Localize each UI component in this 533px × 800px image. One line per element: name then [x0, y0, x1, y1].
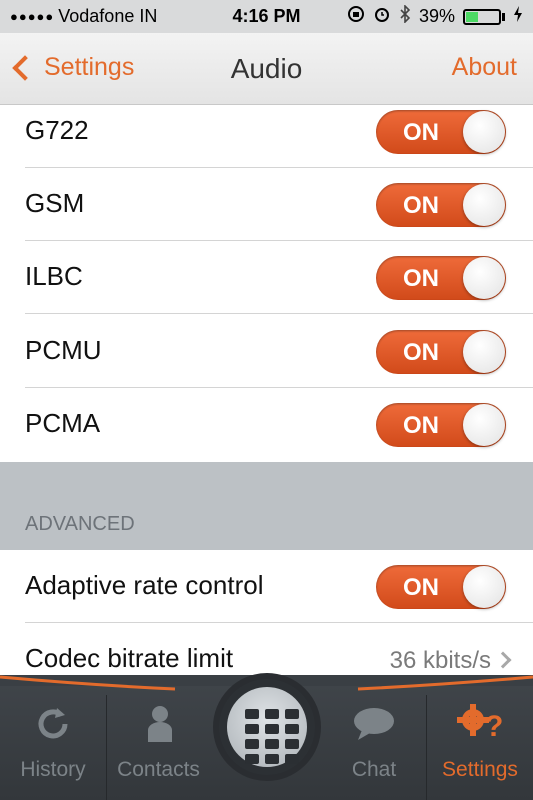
setting-label: Adaptive rate control: [25, 570, 264, 600]
toggle-state: ON: [403, 339, 439, 366]
codec-label: PCMA: [25, 408, 101, 438]
codec-label: PCMU: [25, 335, 102, 365]
toggle-state: ON: [403, 412, 439, 439]
chevron-right-icon: [494, 651, 512, 669]
svg-text:?: ?: [485, 710, 503, 743]
pcmu-toggle[interactable]: ON: [376, 330, 506, 374]
keypad-grid-icon: [245, 709, 299, 764]
bluetooth-icon: [399, 4, 411, 28]
codec-label: GSM: [25, 188, 85, 218]
ilbc-toggle[interactable]: ON: [376, 256, 506, 300]
codec-row-pcmu: PCMU ON: [0, 315, 533, 388]
tab-label: History: [20, 758, 86, 781]
toggle-state: ON: [403, 192, 439, 219]
toggle-knob: [463, 111, 505, 153]
codec-row-gsm: GSM ON: [0, 168, 533, 241]
about-button[interactable]: About: [452, 53, 517, 82]
codec-row-pcma: PCMA ON: [0, 388, 533, 461]
toggle-knob: [463, 331, 505, 373]
tab-contacts[interactable]: Contacts: [107, 686, 210, 800]
codec-row-ilbc: ILBC ON: [0, 241, 533, 314]
battery-percent: 39%: [418, 6, 455, 26]
dialpad-button[interactable]: [213, 673, 321, 781]
tab-settings[interactable]: ? Settings: [427, 686, 533, 800]
tab-label: Chat: [351, 758, 397, 781]
codec-row-g722: G722 ON: [0, 105, 533, 168]
battery-level: [466, 11, 479, 22]
tab-bar: History Contacts Chat ? Settings: [0, 673, 533, 800]
gsm-toggle[interactable]: ON: [376, 183, 506, 227]
settings-icon: ?: [455, 702, 507, 750]
codec-label: G722: [25, 115, 89, 145]
toggle-state: ON: [403, 265, 439, 292]
pcma-toggle[interactable]: ON: [376, 403, 506, 447]
status-icons: 39%: [347, 4, 523, 28]
tab-history[interactable]: History: [0, 686, 106, 800]
g722-toggle[interactable]: ON: [376, 110, 506, 154]
toggle-state: ON: [403, 119, 439, 146]
tab-label: Settings: [442, 758, 518, 781]
toggle-knob: [463, 184, 505, 226]
contacts-icon: [145, 704, 175, 750]
toggle-knob: [463, 404, 505, 446]
codec-label: ILBC: [25, 261, 83, 291]
history-icon: [33, 704, 73, 750]
battery-icon: [463, 8, 501, 25]
adaptive-rate-row: Adaptive rate control ON: [0, 550, 533, 623]
bitrate-value: 36 kbits/s: [389, 647, 491, 674]
row-divider: [25, 313, 533, 314]
adaptive-rate-toggle[interactable]: ON: [376, 565, 506, 609]
status-bar: ●●●●● Vodafone IN 4:16 PM 39%: [0, 0, 533, 33]
rotation-lock-icon: [347, 5, 365, 28]
setting-label: Codec bitrate limit: [25, 643, 234, 673]
alarm-icon: [373, 5, 391, 28]
charging-icon: [513, 5, 523, 28]
section-title: ADVANCED: [25, 513, 135, 535]
toggle-knob: [463, 257, 505, 299]
settings-list[interactable]: G722 ON GSM ON ILBC ON PCMU ON PCMA ON A…: [0, 105, 533, 675]
tab-label: Contacts: [117, 758, 200, 781]
dialpad-icon: [227, 687, 307, 767]
navigation-bar: Settings Audio About: [0, 33, 533, 105]
toggle-state: ON: [403, 574, 439, 601]
chat-icon: [352, 706, 396, 748]
advanced-section-header: ADVANCED: [0, 462, 533, 550]
codec-bitrate-row[interactable]: Codec bitrate limit 36 kbits/s: [0, 623, 533, 675]
battery-tip: [502, 12, 505, 21]
tab-chat[interactable]: Chat: [322, 686, 426, 800]
toggle-knob: [463, 566, 505, 608]
